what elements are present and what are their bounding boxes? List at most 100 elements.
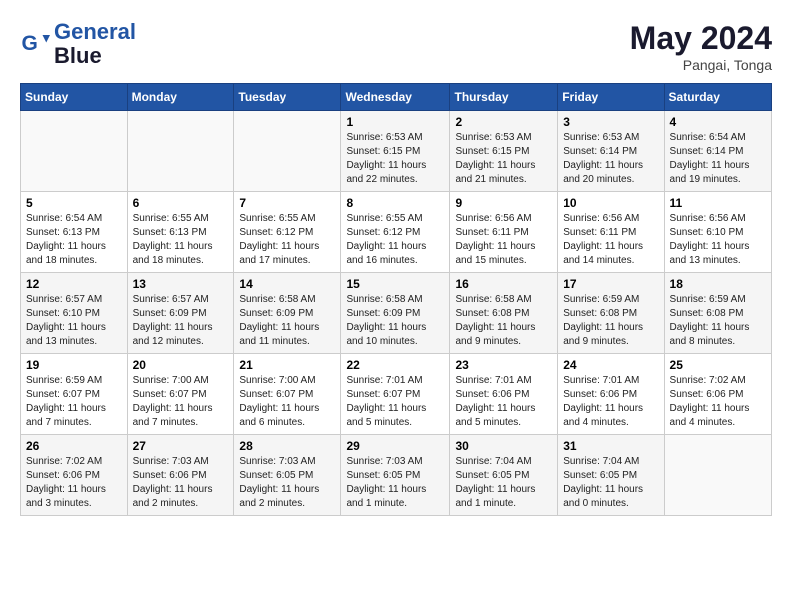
header-wednesday: Wednesday [341,84,450,111]
day-info: Sunrise: 6:53 AMSunset: 6:15 PMDaylight:… [346,131,444,187]
table-row: 17 Sunrise: 6:59 AMSunset: 6:08 PMDaylig… [558,273,664,354]
day-number: 8 [346,196,444,210]
day-info: Sunrise: 6:59 AMSunset: 6:08 PMDaylight:… [563,293,658,349]
logo-icon: G [20,29,50,59]
day-info: Sunrise: 6:53 AMSunset: 6:14 PMDaylight:… [563,131,658,187]
table-row: 28 Sunrise: 7:03 AMSunset: 6:05 PMDaylig… [234,435,341,516]
header-sunday: Sunday [21,84,128,111]
table-row: 7 Sunrise: 6:55 AMSunset: 6:12 PMDayligh… [234,192,341,273]
month-year-title: May 2024 [630,20,772,57]
day-number: 9 [455,196,552,210]
day-info: Sunrise: 7:01 AMSunset: 6:06 PMDaylight:… [455,374,552,430]
week-row-3: 12 Sunrise: 6:57 AMSunset: 6:10 PMDaylig… [21,273,772,354]
day-info: Sunrise: 7:00 AMSunset: 6:07 PMDaylight:… [239,374,335,430]
header-thursday: Thursday [450,84,558,111]
day-info: Sunrise: 7:00 AMSunset: 6:07 PMDaylight:… [133,374,229,430]
day-info: Sunrise: 6:57 AMSunset: 6:09 PMDaylight:… [133,293,229,349]
day-number: 3 [563,115,658,129]
day-info: Sunrise: 7:03 AMSunset: 6:06 PMDaylight:… [133,455,229,511]
day-number: 27 [133,439,229,453]
day-number: 24 [563,358,658,372]
table-row: 5 Sunrise: 6:54 AMSunset: 6:13 PMDayligh… [21,192,128,273]
day-info: Sunrise: 7:04 AMSunset: 6:05 PMDaylight:… [455,455,552,511]
title-block: May 2024 Pangai, Tonga [630,20,772,73]
day-info: Sunrise: 6:55 AMSunset: 6:13 PMDaylight:… [133,212,229,268]
week-row-1: 1 Sunrise: 6:53 AMSunset: 6:15 PMDayligh… [21,111,772,192]
table-row: 9 Sunrise: 6:56 AMSunset: 6:11 PMDayligh… [450,192,558,273]
location-subtitle: Pangai, Tonga [630,57,772,73]
day-info: Sunrise: 7:03 AMSunset: 6:05 PMDaylight:… [239,455,335,511]
table-row [21,111,128,192]
week-row-5: 26 Sunrise: 7:02 AMSunset: 6:06 PMDaylig… [21,435,772,516]
table-row: 6 Sunrise: 6:55 AMSunset: 6:13 PMDayligh… [127,192,234,273]
day-info: Sunrise: 6:56 AMSunset: 6:11 PMDaylight:… [563,212,658,268]
day-number: 30 [455,439,552,453]
day-info: Sunrise: 7:02 AMSunset: 6:06 PMDaylight:… [670,374,766,430]
day-info: Sunrise: 6:56 AMSunset: 6:10 PMDaylight:… [670,212,766,268]
table-row: 20 Sunrise: 7:00 AMSunset: 6:07 PMDaylig… [127,354,234,435]
header-saturday: Saturday [664,84,771,111]
table-row: 27 Sunrise: 7:03 AMSunset: 6:06 PMDaylig… [127,435,234,516]
day-number: 29 [346,439,444,453]
day-number: 11 [670,196,766,210]
day-info: Sunrise: 6:59 AMSunset: 6:08 PMDaylight:… [670,293,766,349]
table-row: 29 Sunrise: 7:03 AMSunset: 6:05 PMDaylig… [341,435,450,516]
day-info: Sunrise: 6:54 AMSunset: 6:13 PMDaylight:… [26,212,122,268]
table-row: 31 Sunrise: 7:04 AMSunset: 6:05 PMDaylig… [558,435,664,516]
day-info: Sunrise: 6:56 AMSunset: 6:11 PMDaylight:… [455,212,552,268]
table-row: 22 Sunrise: 7:01 AMSunset: 6:07 PMDaylig… [341,354,450,435]
day-info: Sunrise: 6:58 AMSunset: 6:09 PMDaylight:… [239,293,335,349]
svg-text:G: G [22,32,38,55]
table-row [664,435,771,516]
table-row: 12 Sunrise: 6:57 AMSunset: 6:10 PMDaylig… [21,273,128,354]
table-row: 26 Sunrise: 7:02 AMSunset: 6:06 PMDaylig… [21,435,128,516]
day-number: 31 [563,439,658,453]
day-number: 18 [670,277,766,291]
day-number: 20 [133,358,229,372]
day-number: 12 [26,277,122,291]
table-row: 19 Sunrise: 6:59 AMSunset: 6:07 PMDaylig… [21,354,128,435]
day-number: 14 [239,277,335,291]
day-number: 15 [346,277,444,291]
day-number: 23 [455,358,552,372]
day-headers-row: Sunday Monday Tuesday Wednesday Thursday… [21,84,772,111]
table-row: 3 Sunrise: 6:53 AMSunset: 6:14 PMDayligh… [558,111,664,192]
table-row [127,111,234,192]
calendar-table: Sunday Monday Tuesday Wednesday Thursday… [20,83,772,516]
day-number: 25 [670,358,766,372]
table-row: 24 Sunrise: 7:01 AMSunset: 6:06 PMDaylig… [558,354,664,435]
table-row: 10 Sunrise: 6:56 AMSunset: 6:11 PMDaylig… [558,192,664,273]
day-info: Sunrise: 6:58 AMSunset: 6:08 PMDaylight:… [455,293,552,349]
day-number: 2 [455,115,552,129]
day-number: 1 [346,115,444,129]
day-info: Sunrise: 6:53 AMSunset: 6:15 PMDaylight:… [455,131,552,187]
day-number: 7 [239,196,335,210]
day-info: Sunrise: 6:57 AMSunset: 6:10 PMDaylight:… [26,293,122,349]
table-row: 13 Sunrise: 6:57 AMSunset: 6:09 PMDaylig… [127,273,234,354]
logo: G General Blue [20,20,136,68]
table-row: 14 Sunrise: 6:58 AMSunset: 6:09 PMDaylig… [234,273,341,354]
day-info: Sunrise: 7:01 AMSunset: 6:06 PMDaylight:… [563,374,658,430]
day-info: Sunrise: 6:59 AMSunset: 6:07 PMDaylight:… [26,374,122,430]
day-number: 16 [455,277,552,291]
day-number: 28 [239,439,335,453]
header-monday: Monday [127,84,234,111]
day-number: 19 [26,358,122,372]
table-row [234,111,341,192]
table-row: 21 Sunrise: 7:00 AMSunset: 6:07 PMDaylig… [234,354,341,435]
day-info: Sunrise: 7:04 AMSunset: 6:05 PMDaylight:… [563,455,658,511]
table-row: 15 Sunrise: 6:58 AMSunset: 6:09 PMDaylig… [341,273,450,354]
table-row: 23 Sunrise: 7:01 AMSunset: 6:06 PMDaylig… [450,354,558,435]
table-row: 8 Sunrise: 6:55 AMSunset: 6:12 PMDayligh… [341,192,450,273]
day-info: Sunrise: 7:01 AMSunset: 6:07 PMDaylight:… [346,374,444,430]
table-row: 18 Sunrise: 6:59 AMSunset: 6:08 PMDaylig… [664,273,771,354]
table-row: 16 Sunrise: 6:58 AMSunset: 6:08 PMDaylig… [450,273,558,354]
week-row-4: 19 Sunrise: 6:59 AMSunset: 6:07 PMDaylig… [21,354,772,435]
day-info: Sunrise: 7:02 AMSunset: 6:06 PMDaylight:… [26,455,122,511]
day-number: 6 [133,196,229,210]
day-number: 5 [26,196,122,210]
table-row: 4 Sunrise: 6:54 AMSunset: 6:14 PMDayligh… [664,111,771,192]
table-row: 30 Sunrise: 7:04 AMSunset: 6:05 PMDaylig… [450,435,558,516]
day-number: 10 [563,196,658,210]
day-number: 26 [26,439,122,453]
